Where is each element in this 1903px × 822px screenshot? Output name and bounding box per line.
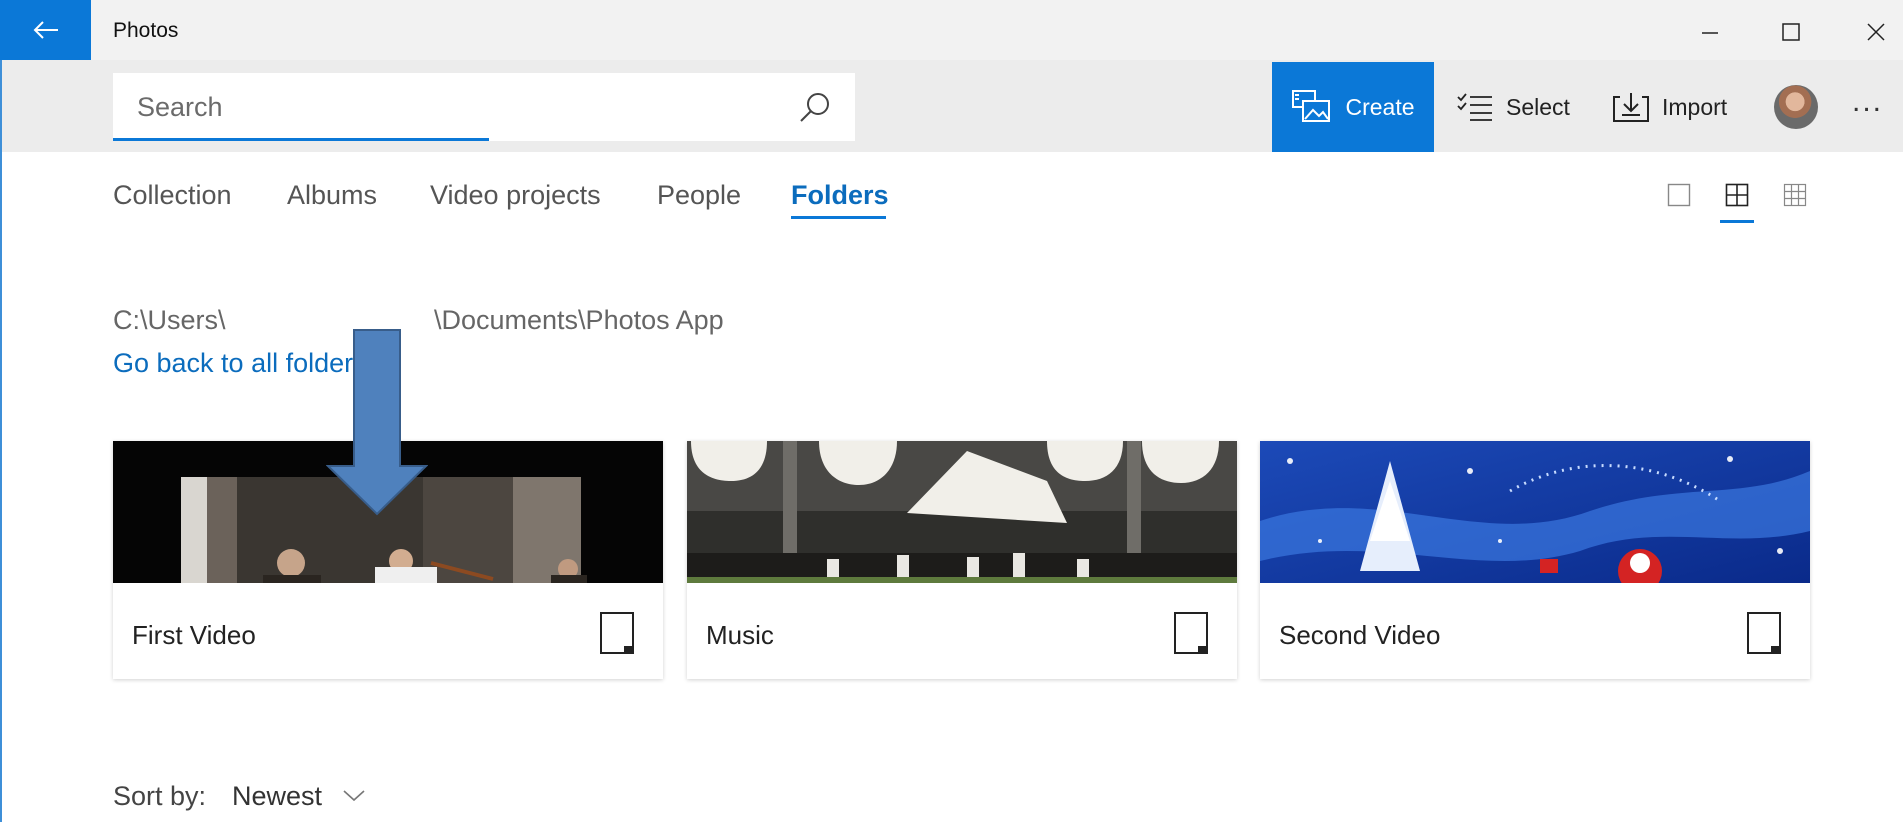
search-box[interactable] <box>113 73 855 141</box>
folder-name: Second Video <box>1279 620 1441 650</box>
more-options-button[interactable]: ... <box>1852 87 1898 124</box>
maximize-button[interactable] <box>1765 10 1817 54</box>
close-button[interactable] <box>1850 10 1902 54</box>
folder-path-start: C:\Users\ <box>113 305 226 335</box>
folder-thumbnail <box>687 441 1237 583</box>
create-button[interactable]: Create <box>1272 62 1434 152</box>
folder-icon <box>600 612 634 654</box>
select-button[interactable]: Select <box>1456 62 1576 152</box>
maximize-icon <box>1782 23 1800 41</box>
import-button[interactable]: Import <box>1612 62 1738 152</box>
tab-people[interactable]: People <box>657 180 741 211</box>
create-icon <box>1292 90 1331 122</box>
create-label: Create <box>1345 93 1415 120</box>
folder-name: First Video <box>132 620 256 650</box>
small-tiles-icon <box>1783 183 1807 207</box>
active-tab-indicator <box>791 216 886 219</box>
search-icon[interactable] <box>797 90 833 126</box>
view-small-button[interactable] <box>1778 178 1812 212</box>
chevron-down-icon[interactable] <box>342 788 366 804</box>
folder-card-music[interactable]: Music <box>687 441 1237 679</box>
large-tiles-icon <box>1667 183 1691 207</box>
view-medium-button[interactable] <box>1720 178 1754 212</box>
tab-collection[interactable]: Collection <box>113 180 232 211</box>
select-label: Select <box>1506 93 1570 120</box>
folder-icon <box>1747 612 1781 654</box>
select-icon <box>1457 93 1492 121</box>
import-label: Import <box>1662 93 1728 120</box>
minimize-button[interactable] <box>1684 10 1736 54</box>
active-view-indicator <box>1720 220 1754 223</box>
folder-name: Music <box>706 620 774 650</box>
minimize-icon <box>1702 32 1718 34</box>
annotation-arrow-icon <box>326 329 428 516</box>
app-title: Photos <box>113 19 179 42</box>
title-bar <box>0 0 1903 60</box>
window-border <box>0 60 2 822</box>
folder-thumbnail <box>1260 441 1810 583</box>
sort-label: Sort by: <box>113 781 207 811</box>
folder-card-second-video[interactable]: Second Video <box>1260 441 1810 679</box>
tab-albums[interactable]: Albums <box>287 180 377 211</box>
medium-tiles-icon <box>1725 183 1749 207</box>
back-arrow-icon <box>33 21 58 39</box>
tab-folders[interactable]: Folders <box>791 180 889 211</box>
folder-path-end: \Documents\Photos App <box>434 305 724 335</box>
close-icon <box>1867 23 1885 41</box>
search-focus-underline <box>113 138 489 141</box>
sort-dropdown[interactable]: Newest <box>232 781 322 812</box>
view-large-button[interactable] <box>1662 178 1696 212</box>
folder-icon <box>1174 612 1208 654</box>
back-button[interactable] <box>0 0 91 60</box>
tab-video-projects[interactable]: Video projects <box>430 180 601 211</box>
search-input[interactable] <box>135 85 779 129</box>
import-icon <box>1613 93 1649 122</box>
user-avatar[interactable] <box>1774 85 1818 129</box>
